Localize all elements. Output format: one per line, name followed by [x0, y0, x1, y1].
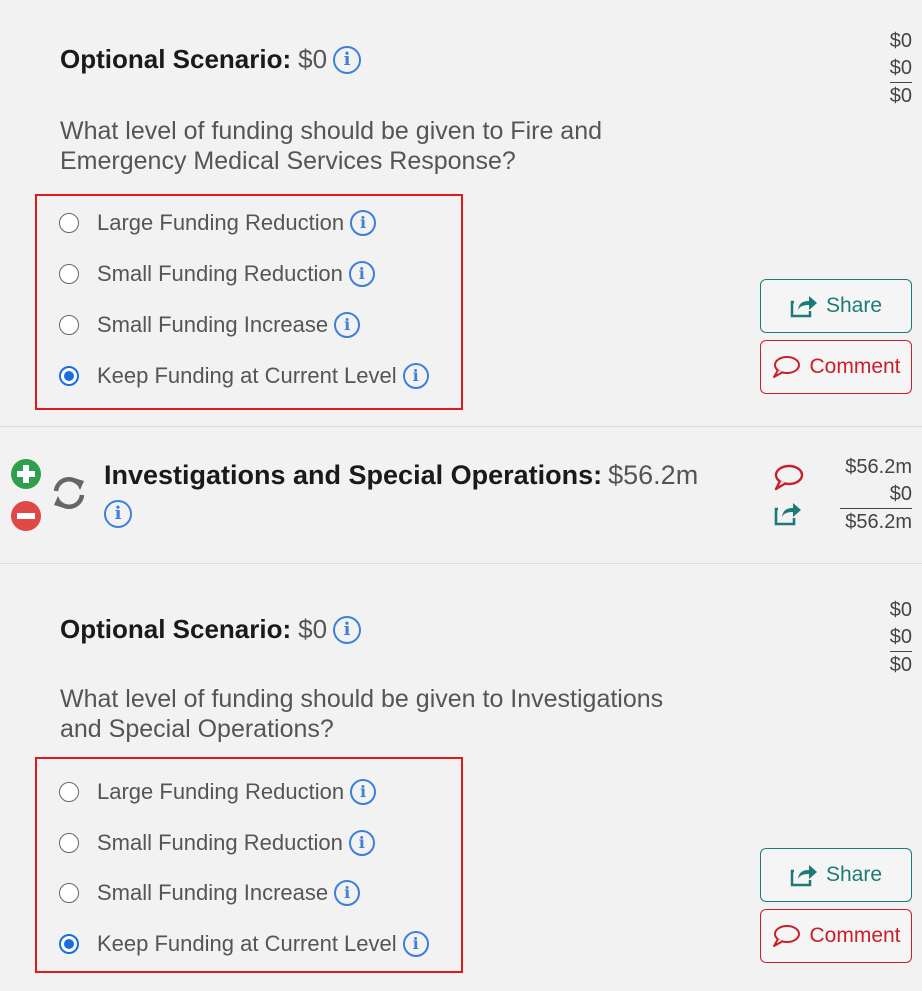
summary-total: $0	[889, 654, 912, 676]
option-large-reduction[interactable]: Large Funding Reduction i	[59, 779, 377, 805]
comment-icon	[773, 925, 801, 947]
reset-button[interactable]	[50, 474, 88, 517]
info-icon[interactable]: i	[402, 363, 429, 389]
radio-button-selected[interactable]	[59, 934, 79, 954]
radio-button[interactable]	[59, 883, 79, 903]
refresh-icon	[53, 476, 85, 510]
summary-change: $0	[889, 624, 912, 652]
option-large-reduction[interactable]: Large Funding Reduction i	[59, 210, 377, 236]
info-icon[interactable]: i	[402, 931, 429, 957]
budget-item-title: Investigations and Special Operations: $5…	[104, 460, 698, 491]
option-small-increase[interactable]: Small Funding Increase i	[59, 880, 361, 906]
scenario-question: What level of funding should be given to…	[60, 685, 664, 743]
option-label: Keep Funding at Current Level	[97, 363, 397, 388]
share-button[interactable]: Share	[760, 848, 912, 902]
option-label: Small Funding Increase	[97, 880, 329, 905]
info-icon[interactable]: i	[350, 210, 377, 236]
radio-button[interactable]	[59, 833, 79, 853]
info-icon[interactable]: i	[348, 261, 375, 287]
scenario-amount: $0	[298, 44, 328, 74]
budget-item-summary: $56.2m $0 $56.2m	[840, 454, 912, 536]
info-icon[interactable]: i	[104, 500, 132, 528]
option-label: Small Funding Reduction	[97, 830, 343, 855]
summary-total: $56.2m	[845, 511, 912, 533]
budget-item-amount: $56.2m	[608, 460, 699, 490]
option-small-increase[interactable]: Small Funding Increase i	[59, 312, 361, 338]
scenario-title-label: Optional Scenario:	[60, 44, 292, 74]
info-icon[interactable]: i	[333, 615, 362, 644]
scenario-title: Optional Scenario: $0 i	[60, 44, 362, 75]
radio-button-selected[interactable]	[59, 366, 79, 386]
summary-value: $56.2m	[845, 456, 912, 478]
share-button[interactable]: Share	[760, 279, 912, 333]
info-icon[interactable]: i	[334, 880, 361, 906]
summary-change: $0	[889, 55, 912, 83]
options-group: Large Funding Reduction i Small Funding …	[35, 757, 463, 973]
comment-label: Comment	[809, 924, 901, 947]
option-label: Small Funding Increase	[97, 312, 329, 337]
divider	[0, 426, 922, 427]
option-small-reduction[interactable]: Small Funding Reduction i	[59, 261, 375, 287]
option-label: Large Funding Reduction	[97, 210, 345, 235]
share-icon-button[interactable]	[774, 500, 802, 531]
option-small-reduction[interactable]: Small Funding Reduction i	[59, 830, 375, 856]
divider	[0, 563, 922, 564]
add-button[interactable]	[10, 458, 42, 495]
info-icon[interactable]: i	[334, 312, 361, 338]
radio-button[interactable]	[59, 782, 79, 802]
scenario-title: Optional Scenario: $0 i	[60, 614, 362, 645]
comment-button[interactable]: Comment	[760, 909, 912, 963]
comment-icon-button[interactable]	[772, 464, 804, 497]
radio-button[interactable]	[59, 264, 79, 284]
option-label: Small Funding Reduction	[97, 261, 343, 286]
scenario-summary: $0 $0 $0	[889, 597, 912, 679]
option-label: Large Funding Reduction	[97, 779, 345, 804]
scenario-question: What level of funding should be given to…	[60, 117, 603, 175]
option-keep-current[interactable]: Keep Funding at Current Level i	[59, 931, 429, 957]
scenario-amount: $0	[298, 614, 328, 644]
option-keep-current[interactable]: Keep Funding at Current Level i	[59, 363, 429, 389]
scenario-summary: $0 $0 $0	[889, 28, 912, 110]
share-label: Share	[825, 294, 883, 317]
summary-value: $0	[889, 30, 912, 52]
share-icon	[774, 503, 801, 526]
comment-icon	[773, 356, 801, 378]
info-icon[interactable]: i	[348, 830, 375, 856]
scenario-title-label: Optional Scenario:	[60, 614, 292, 644]
radio-button[interactable]	[59, 315, 79, 335]
summary-value: $0	[889, 599, 912, 621]
summary-change: $0	[840, 481, 912, 509]
radio-button[interactable]	[59, 213, 79, 233]
options-group: Large Funding Reduction i Small Funding …	[35, 194, 463, 410]
summary-total: $0	[889, 85, 912, 107]
share-label: Share	[825, 863, 883, 886]
comment-button[interactable]: Comment	[760, 340, 912, 394]
share-icon	[790, 296, 817, 318]
comment-label: Comment	[809, 355, 901, 378]
info-icon[interactable]: i	[350, 779, 377, 805]
info-icon[interactable]: i	[333, 45, 362, 74]
plus-circle-icon	[11, 459, 41, 489]
minus-circle-icon	[11, 501, 41, 531]
option-label: Keep Funding at Current Level	[97, 931, 397, 956]
budget-item-label: Investigations and Special Operations:	[104, 460, 603, 490]
share-icon	[790, 865, 817, 887]
remove-button[interactable]	[10, 500, 42, 537]
comment-icon	[774, 464, 804, 491]
